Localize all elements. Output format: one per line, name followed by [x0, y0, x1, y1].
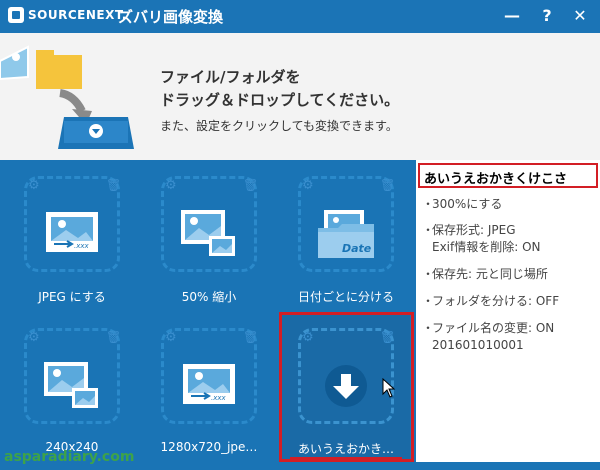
tile-resize-50[interactable]: ⚙ 🗑 50% 縮小: [145, 162, 273, 307]
minimize-button[interactable]: —: [500, 5, 524, 27]
gear-icon[interactable]: ⚙: [165, 331, 179, 345]
drop-instruction-line3: また、設定をクリックしても変換できます。: [160, 119, 398, 133]
resize-icon: [44, 362, 98, 408]
svg-text:.xxx: .xxx: [74, 242, 90, 250]
close-button[interactable]: ✕: [568, 5, 592, 27]
drop-instruction-line1: ファイル/フォルダを: [160, 68, 301, 86]
window-title: ズバリ画像変換: [118, 8, 224, 26]
setting-destination: ・保存先: 元と同じ場所: [422, 267, 548, 281]
gear-icon[interactable]: ⚙: [28, 331, 42, 345]
brand-logo: SOURCENEXT.: [8, 7, 127, 23]
svg-text:.xxx: .xxx: [211, 394, 227, 402]
jpeg-convert-icon: .xxx: [183, 364, 235, 404]
setting-scale: ・300%にする: [422, 197, 503, 211]
drop-instruction-line2: ドラッグ＆ドロップしてください。: [160, 91, 400, 109]
panel-title: あいうえおかきくけこさ: [418, 163, 598, 188]
tile-label: 50% 縮小: [181, 290, 237, 304]
selection-highlight: [279, 312, 414, 462]
tile-label: 日付ごとに分ける: [297, 290, 394, 304]
watermark: asparadiary.com: [4, 449, 135, 465]
tile-label: 1280x720_jpe…: [160, 440, 258, 454]
title-bar: SOURCENEXT. ズバリ画像変換 — ? ✕: [0, 0, 600, 33]
resize-icon: [181, 210, 235, 256]
drag-drop-illustration-icon: [0, 45, 134, 149]
setting-rename: ・ファイル名の変更: ON: [422, 321, 555, 335]
trash-icon[interactable]: 🗑: [106, 331, 121, 344]
gear-icon[interactable]: ⚙: [302, 179, 316, 193]
tile-1280x720-jpeg[interactable]: ⚙ 🗑 .xxx 1280x720_jpe…: [145, 314, 273, 459]
drop-area[interactable]: ファイル/フォルダを ドラッグ＆ドロップしてください。 また、設定をクリックして…: [0, 33, 600, 160]
trash-icon[interactable]: 🗑: [243, 331, 258, 344]
setting-rename-pattern: 201601010001: [432, 338, 524, 352]
trash-icon[interactable]: 🗑: [243, 179, 258, 192]
help-button[interactable]: ?: [535, 5, 559, 27]
settings-panel: あいうえおかきくけこさ ・300%にする ・保存形式: JPEG Exif情報を…: [416, 160, 600, 462]
svg-text:Date: Date: [342, 242, 372, 255]
tile-jpeg[interactable]: ⚙ 🗑 .xxx JPEG にする: [8, 162, 136, 307]
date-folder-icon: Date: [318, 210, 374, 258]
tile-label: JPEG にする: [38, 290, 106, 304]
gear-icon[interactable]: ⚙: [165, 179, 179, 193]
jpeg-convert-icon: .xxx: [46, 212, 98, 252]
brand-name: SOURCENEXT.: [28, 8, 127, 22]
sourcenext-logo-icon: [8, 7, 24, 23]
tile-date-split[interactable]: ⚙ 🗑 Date 日付ごとに分ける: [282, 162, 410, 307]
trash-icon[interactable]: 🗑: [380, 179, 395, 192]
trash-icon[interactable]: 🗑: [106, 179, 121, 192]
tile-240x240[interactable]: ⚙ 🗑 240x240: [8, 314, 136, 459]
gear-icon[interactable]: ⚙: [28, 179, 42, 193]
setting-split-folder: ・フォルダを分ける: OFF: [422, 294, 560, 308]
setting-exif: Exif情報を削除: ON: [432, 240, 541, 254]
setting-format: ・保存形式: JPEG: [422, 223, 516, 237]
